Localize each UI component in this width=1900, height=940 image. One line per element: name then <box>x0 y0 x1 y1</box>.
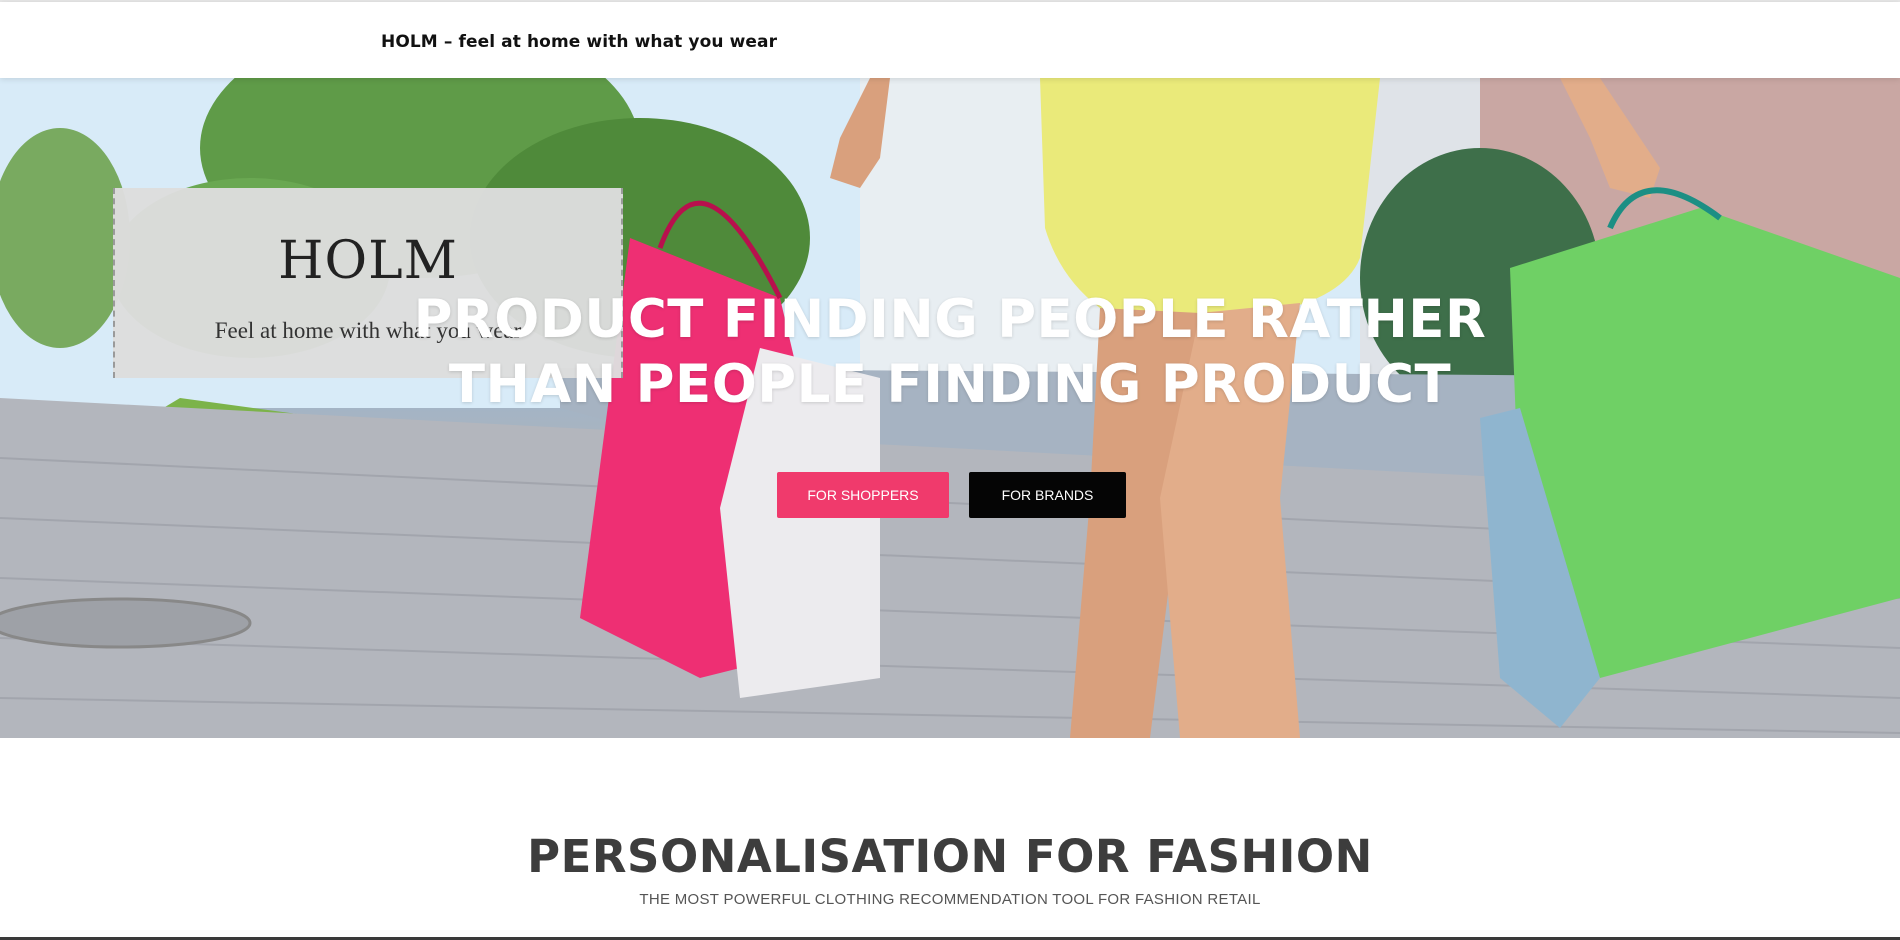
for-shoppers-button[interactable]: FOR SHOPPERS <box>777 472 949 518</box>
hero-banner: HOLM Feel at home with what you wear PRO… <box>0 78 1900 738</box>
site-header: HOLM – feel at home with what you wear <box>0 2 1900 78</box>
section-title: PERSONALISATION FOR FASHION <box>527 830 1373 883</box>
hero-headline-line-1: PRODUCT FINDING PEOPLE RATHER <box>413 289 1487 350</box>
hero-headline: PRODUCT FINDING PEOPLE RATHER THAN PEOPL… <box>350 287 1550 417</box>
for-brands-button[interactable]: FOR BRANDS <box>969 472 1126 518</box>
logo-brand-name: HOLM <box>278 231 458 291</box>
site-title-link[interactable]: HOLM – feel at home with what you wear <box>381 32 777 52</box>
section-subtitle: THE MOST POWERFUL CLOTHING RECOMMENDATIO… <box>639 891 1261 908</box>
hero-headline-line-2: THAN PEOPLE FINDING PRODUCT <box>448 354 1452 415</box>
